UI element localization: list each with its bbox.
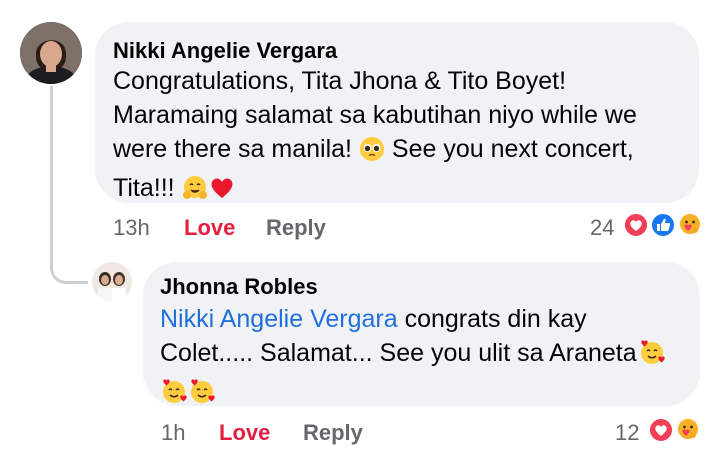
pleading-face-icon <box>359 136 385 171</box>
reaction-summary[interactable]: 24 <box>590 212 703 244</box>
love-button[interactable]: Love <box>184 215 235 241</box>
comment-text: Congratulations, Tita Jhona & Tito Boyet… <box>113 64 637 210</box>
smiling-face-with-hearts-icon <box>188 377 216 414</box>
mention-link[interactable]: Nikki Angelie Vergara <box>160 305 398 333</box>
reaction-count: 24 <box>590 215 615 240</box>
thread-line <box>50 86 53 266</box>
hugging-face-icon <box>182 175 208 210</box>
comment-timestamp[interactable]: 13h <box>113 215 150 241</box>
reaction-count: 12 <box>615 420 640 445</box>
reply-button[interactable]: Reply <box>266 215 326 241</box>
like-reaction-icon <box>649 212 676 244</box>
reply-text: Nikki Angelie Vergara congrats din kay C… <box>160 302 666 414</box>
comment-line-5: Tita!!! <box>113 171 637 210</box>
comment-line-3: were there sa manila! See you next conce… <box>113 132 637 171</box>
love-button[interactable]: Love <box>219 420 270 446</box>
smiling-face-with-hearts-icon <box>638 338 666 375</box>
comment-line-2: Maramaing salamat sa kabutihan niyo whil… <box>113 101 637 129</box>
reply-timestamp[interactable]: 1h <box>161 420 185 446</box>
reply-line-1: Nikki Angelie Vergara congrats din kay <box>160 302 666 336</box>
reply-bubble: Jhonna Robles Nikki Angelie Vergara cong… <box>143 262 700 406</box>
reply-line-2: Colet..... Salamat... See you ulit sa Ar… <box>160 336 666 375</box>
reply-line-1-text: congrats din kay <box>397 305 587 333</box>
comment-bubble: Nikki Angelie Vergara Congratulations, T… <box>95 22 699 203</box>
comment-line-3-text: were there sa manila! <box>113 135 353 163</box>
comment-line-4-text: See you next concert, <box>391 135 634 163</box>
love-reaction-icon <box>647 417 674 449</box>
care-reaction-icon <box>677 212 703 244</box>
thread-connector <box>50 258 88 284</box>
avatar[interactable] <box>20 22 82 84</box>
comment-author[interactable]: Nikki Angelie Vergara <box>113 38 337 64</box>
reply-line-2-text: Colet..... Salamat... See you ulit sa Ar… <box>160 339 637 367</box>
comment-line-1: Congratulations, Tita Jhona & Tito Boyet… <box>113 67 567 95</box>
comment-line-5-text: Tita!!! <box>113 174 175 202</box>
smiling-face-with-hearts-icon <box>160 377 188 414</box>
avatar[interactable] <box>92 262 132 302</box>
reply-line-3 <box>160 375 666 414</box>
reply-author[interactable]: Jhonna Robles <box>160 274 318 300</box>
profile-photo <box>92 262 132 302</box>
love-reaction-icon <box>622 212 649 244</box>
heart-icon <box>209 175 235 210</box>
reaction-summary[interactable]: 12 <box>615 417 701 449</box>
reply-button[interactable]: Reply <box>303 420 363 446</box>
care-reaction-icon <box>675 417 701 449</box>
profile-photo <box>20 22 82 84</box>
